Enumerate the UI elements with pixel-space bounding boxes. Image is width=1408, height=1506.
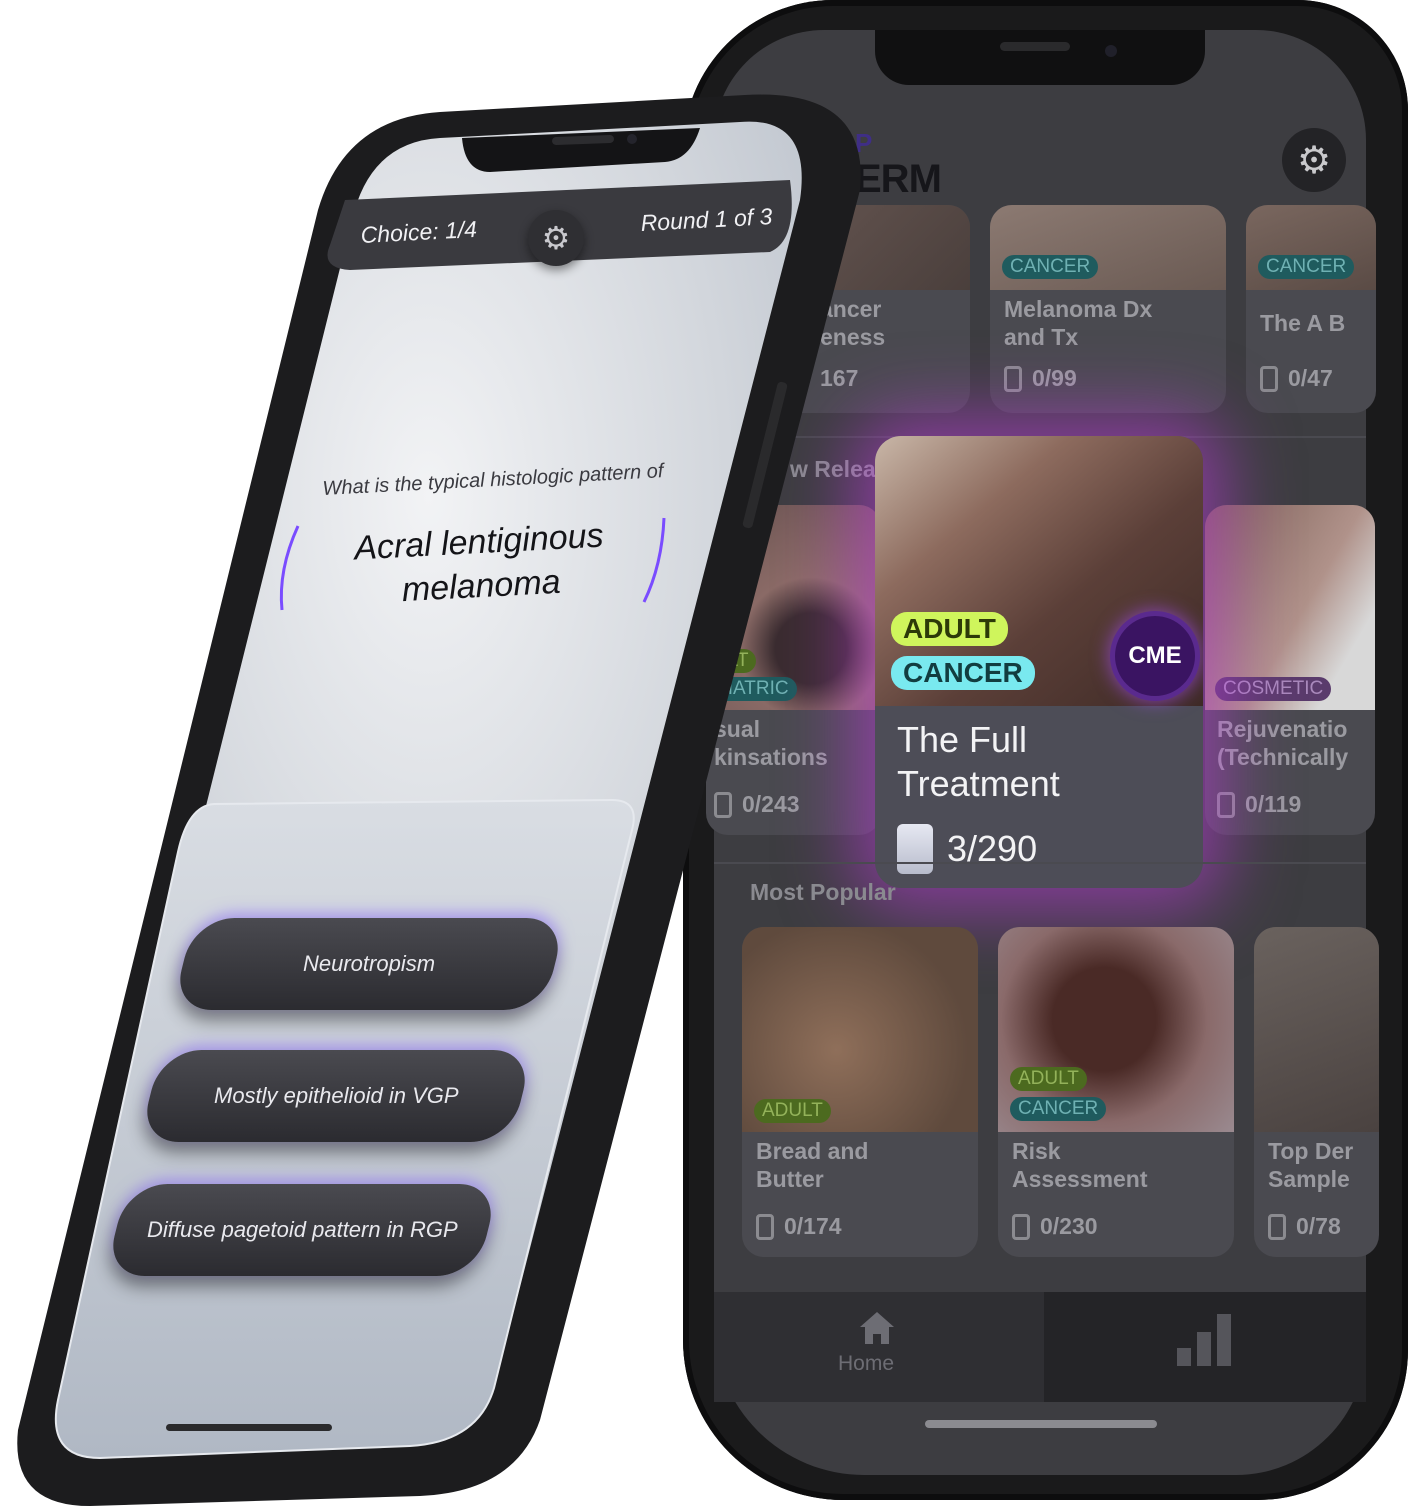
quiz-home-indicator — [166, 1424, 332, 1431]
answer-option[interactable]: Neurotropism — [171, 918, 567, 1010]
question-term: Acral lentiginous melanoma — [353, 516, 605, 610]
answer-option[interactable]: Mostly epithelioid in VGP — [138, 1050, 534, 1142]
answer-option[interactable]: Diffuse pagetoid pattern in RGP — [104, 1184, 500, 1276]
quiz-settings-gear-icon[interactable]: ⚙ — [528, 210, 584, 266]
